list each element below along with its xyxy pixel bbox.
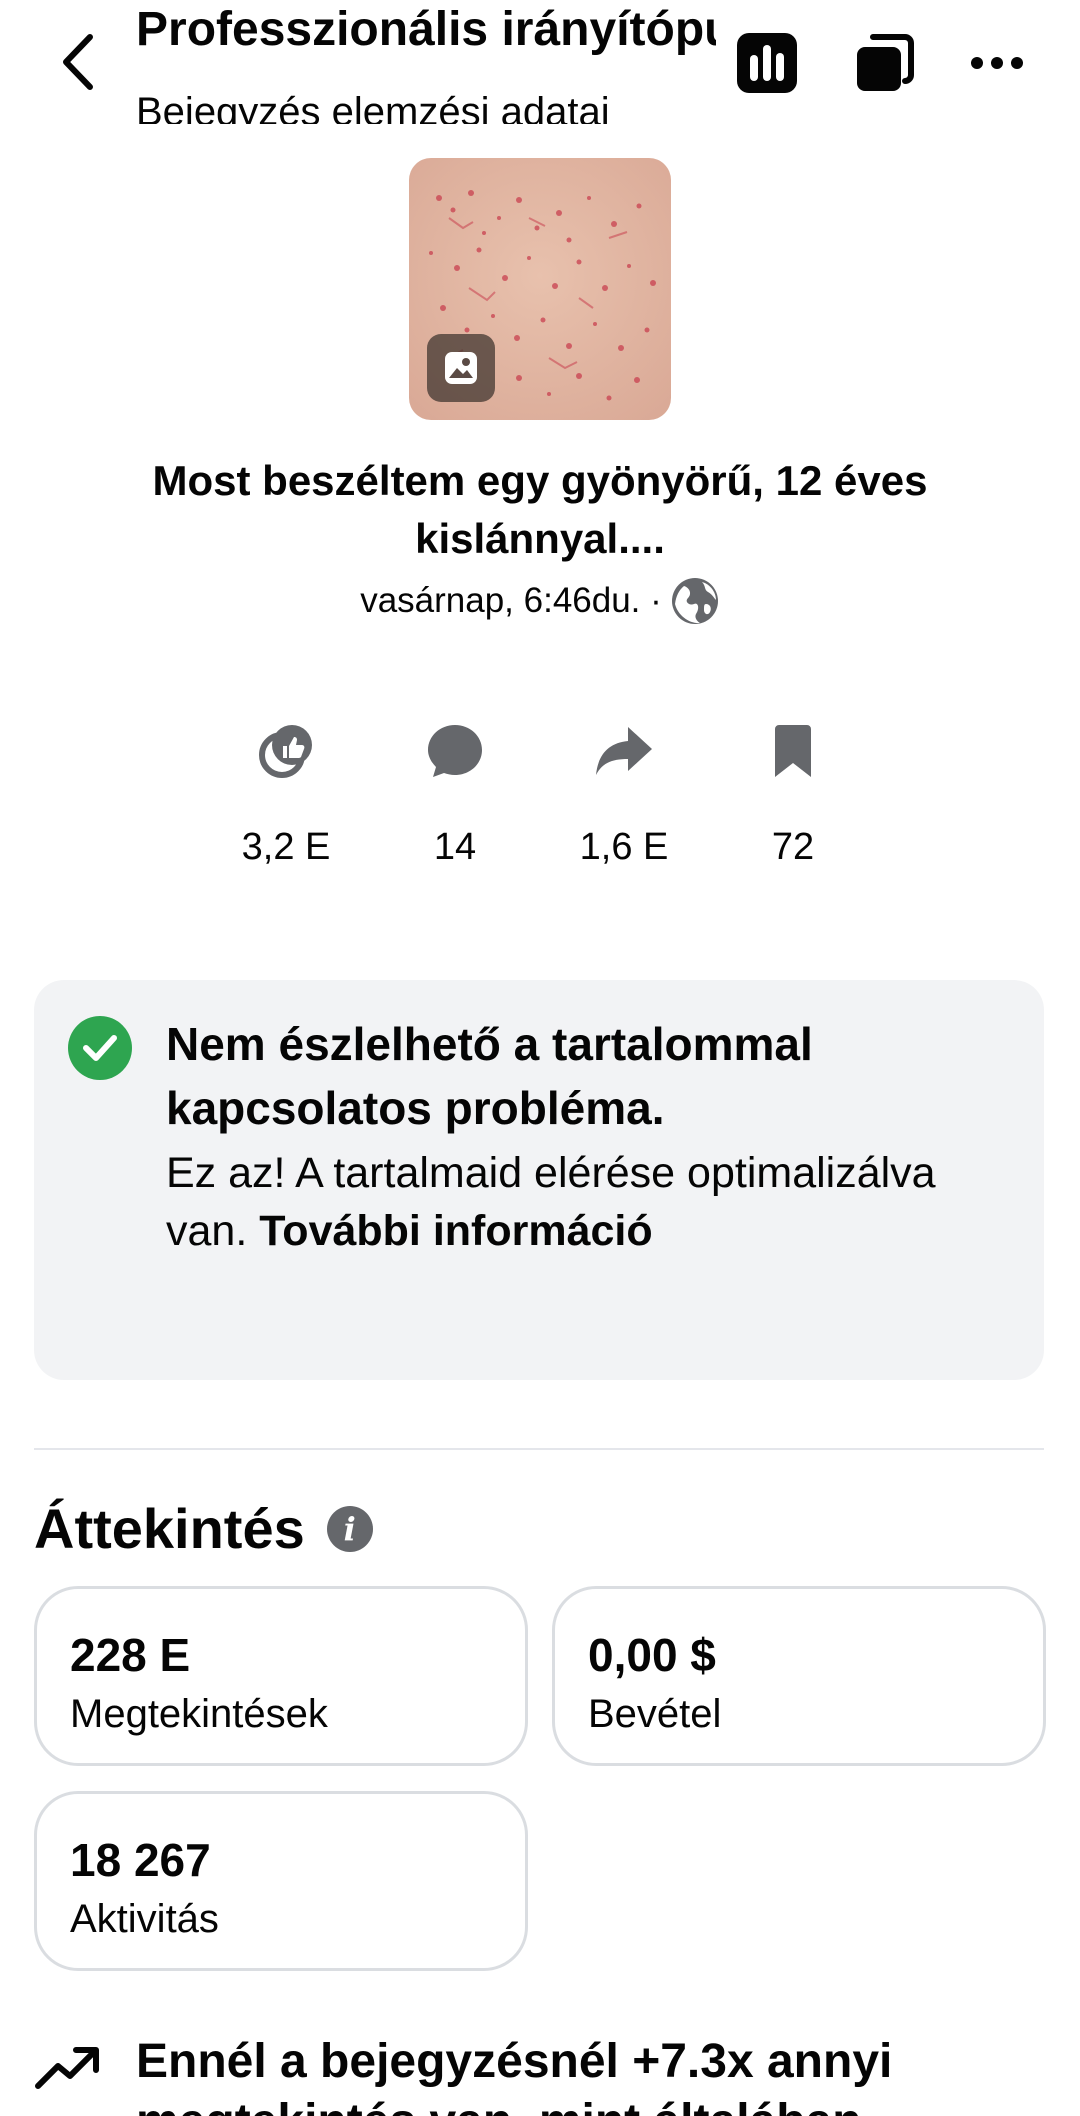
content-status-card: Nem észlelhető a tartalommal kapcsolatos…: [34, 980, 1044, 1380]
check-circle-icon: [68, 1016, 132, 1080]
photo-badge: [427, 334, 495, 402]
bookmark-icon: [771, 718, 815, 784]
stat-saves: 72: [718, 718, 868, 870]
metric-card-views[interactable]: 228 E Megtekintések: [34, 1586, 528, 1766]
more-info-link[interactable]: További információ: [259, 1207, 652, 1255]
bar-chart-icon: [737, 33, 797, 93]
page-title: Professzionális irányítópult: [136, 3, 716, 56]
metric-value: 228 E: [70, 1629, 191, 1681]
more-dots-icon: [971, 57, 1023, 69]
overview-title: Áttekintés: [34, 1497, 305, 1560]
overview-heading: Áttekintés i: [34, 1494, 373, 1564]
insights-button[interactable]: [732, 28, 802, 98]
top-bar: Professzionális irányítópult Bejegyzés e…: [0, 0, 1080, 130]
shares-count: 1,6 E: [579, 826, 669, 868]
saves-count: 72: [771, 826, 815, 868]
trend-text: Ennél a bejegyzésnél +7.3x annyi megteki…: [136, 2035, 893, 2116]
status-heading: Nem észlelhető a tartalommal kapcsolatos…: [166, 1018, 813, 1134]
trending-up-icon: [35, 2047, 99, 2089]
metric-value: 18 267: [70, 1834, 211, 1886]
like-icon: [256, 718, 316, 784]
metric-card-engagement[interactable]: 18 267 Aktivitás: [34, 1791, 528, 1971]
switch-view-button[interactable]: [850, 28, 920, 98]
stat-reactions: 3,2 E: [211, 718, 361, 870]
stat-shares: 1,6 E: [549, 718, 699, 870]
copy-icon: [857, 34, 914, 91]
comments-count: 14: [433, 826, 477, 868]
reactions-count: 3,2 E: [241, 826, 331, 868]
comment-icon: [425, 718, 485, 784]
post-thumbnail[interactable]: [409, 158, 671, 420]
metric-value: 0,00 $: [588, 1629, 716, 1681]
more-button[interactable]: [962, 28, 1032, 98]
metric-card-revenue[interactable]: 0,00 $ Bevétel: [552, 1586, 1046, 1766]
info-icon[interactable]: i: [326, 1506, 373, 1552]
metric-label: Bevétel: [588, 1692, 722, 1736]
trend-insight: Ennél a bejegyzésnél +7.3x annyi megteki…: [34, 2020, 1044, 2116]
globe-icon: [670, 576, 720, 626]
metric-label: Aktivitás: [70, 1897, 219, 1941]
page-subtitle: Bejegyzés elemzési adatai: [136, 90, 610, 124]
post-title: Most beszéltem egy gyönyörű, 12 éves kis…: [152, 457, 928, 562]
chevron-left-icon: [63, 34, 93, 90]
metric-label: Megtekintések: [70, 1692, 328, 1736]
image-icon: [445, 352, 477, 384]
post-meta: vasárnap, 6:46du. ·: [0, 576, 1080, 626]
back-button[interactable]: [48, 30, 108, 94]
stat-comments: 14: [380, 718, 530, 870]
divider: [34, 1448, 1044, 1450]
status-body: Ez az! A tartalmaid elérése optimalizálv…: [166, 1144, 986, 1260]
header-title-block: Professzionális irányítópult Bejegyzés e…: [136, 0, 716, 124]
post-timestamp: vasárnap, 6:46du. ·: [360, 581, 662, 620]
share-icon: [594, 718, 654, 784]
